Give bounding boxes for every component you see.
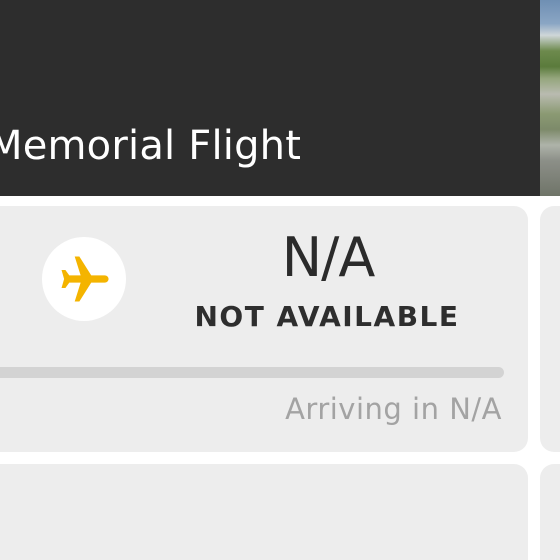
arrival-time-text: Arriving in N/A: [285, 392, 502, 426]
flight-status-screen: Memorial Flight N/A NOT AVAILABLE Arrivi…: [0, 0, 560, 560]
flight-progress-bar: [0, 367, 504, 378]
next-card-peek[interactable]: [540, 206, 560, 452]
airplane-icon: [61, 256, 109, 302]
page-title: Memorial Flight: [0, 123, 302, 169]
secondary-card[interactable]: [0, 464, 528, 560]
airplane-icon-badge: [42, 237, 126, 321]
secondary-card-peek[interactable]: [540, 464, 560, 560]
header-photo-thumbnail[interactable]: [540, 0, 560, 196]
flight-status-value: N/A: [281, 226, 376, 289]
flight-status-label: NOT AVAILABLE: [194, 300, 460, 333]
header-banner: Memorial Flight: [0, 0, 560, 196]
